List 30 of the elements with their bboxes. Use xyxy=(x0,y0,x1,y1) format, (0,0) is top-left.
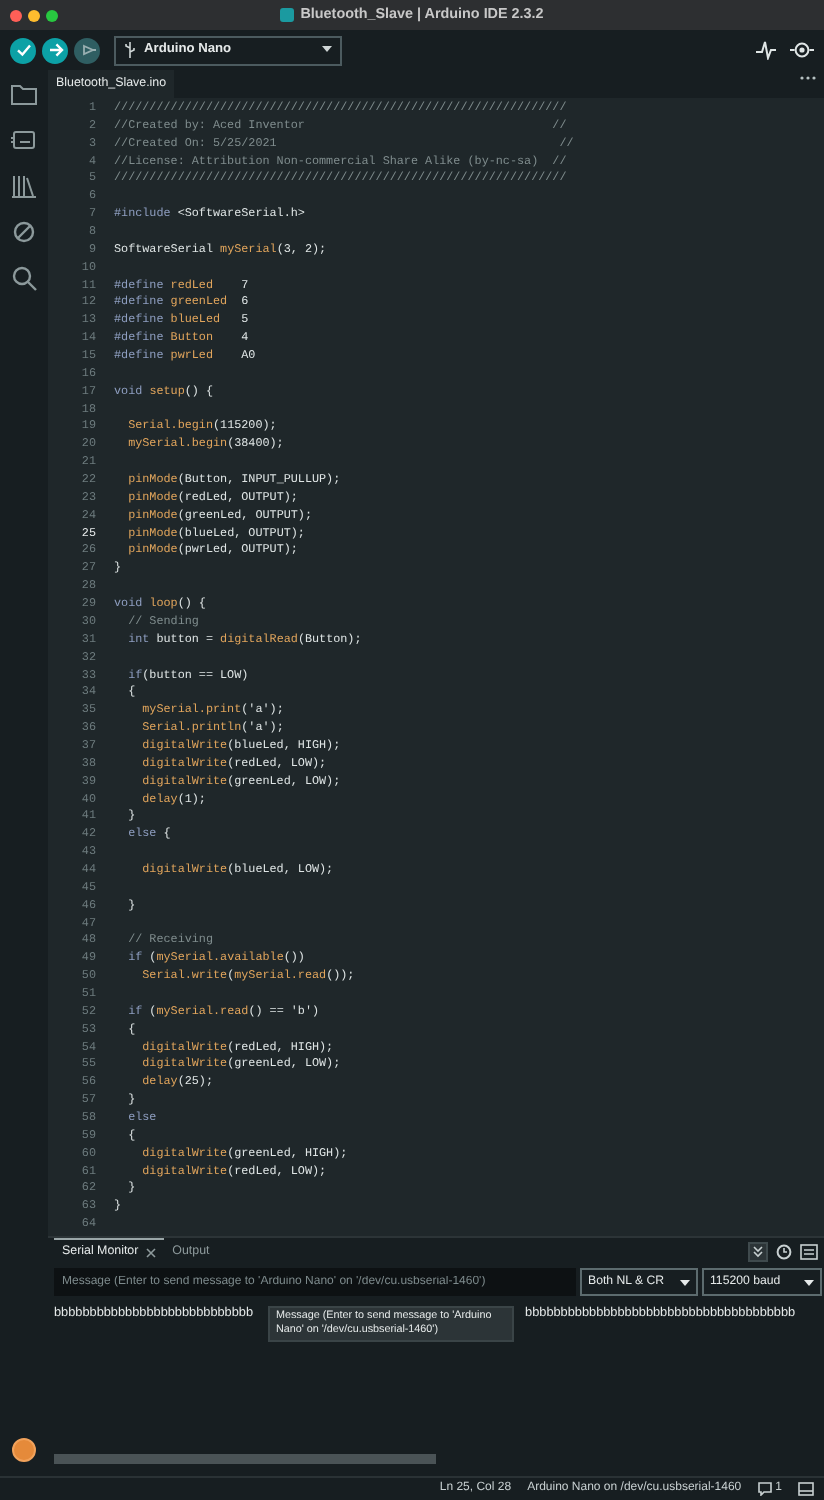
close-window-button[interactable] xyxy=(10,9,22,21)
caret-icon xyxy=(680,1279,690,1285)
serial-plotter-icon[interactable] xyxy=(756,40,776,60)
horizontal-scrollbar[interactable] xyxy=(54,1454,436,1464)
app-icon xyxy=(280,7,295,22)
close-icon[interactable] xyxy=(146,1247,157,1257)
folder-icon[interactable] xyxy=(10,80,38,108)
debug-button[interactable] xyxy=(74,37,100,63)
check-icon xyxy=(15,42,31,58)
arrow-right-icon xyxy=(47,42,63,58)
double-chevron-icon xyxy=(752,1245,764,1257)
debug-icon[interactable] xyxy=(10,218,38,246)
more-icon[interactable] xyxy=(800,76,816,81)
panel-icon[interactable] xyxy=(798,1482,814,1496)
board-icon[interactable] xyxy=(10,126,38,154)
library-icon[interactable] xyxy=(10,172,38,200)
caret-icon xyxy=(804,1279,814,1285)
minimize-window-button[interactable] xyxy=(28,9,40,21)
serial-monitor-icon[interactable] xyxy=(790,40,814,60)
autoscroll-toggle[interactable] xyxy=(748,1241,768,1261)
clear-output-icon[interactable] xyxy=(800,1243,818,1259)
verify-button[interactable] xyxy=(10,37,36,63)
caret-icon xyxy=(322,45,332,52)
search-icon[interactable] xyxy=(10,264,38,292)
usb-icon xyxy=(124,42,136,58)
notification-icon[interactable] xyxy=(757,1482,772,1496)
upload-button[interactable] xyxy=(42,37,68,63)
profile-avatar[interactable] xyxy=(12,1438,36,1462)
clock-icon[interactable] xyxy=(776,1243,792,1259)
zoom-window-button[interactable] xyxy=(46,9,58,21)
